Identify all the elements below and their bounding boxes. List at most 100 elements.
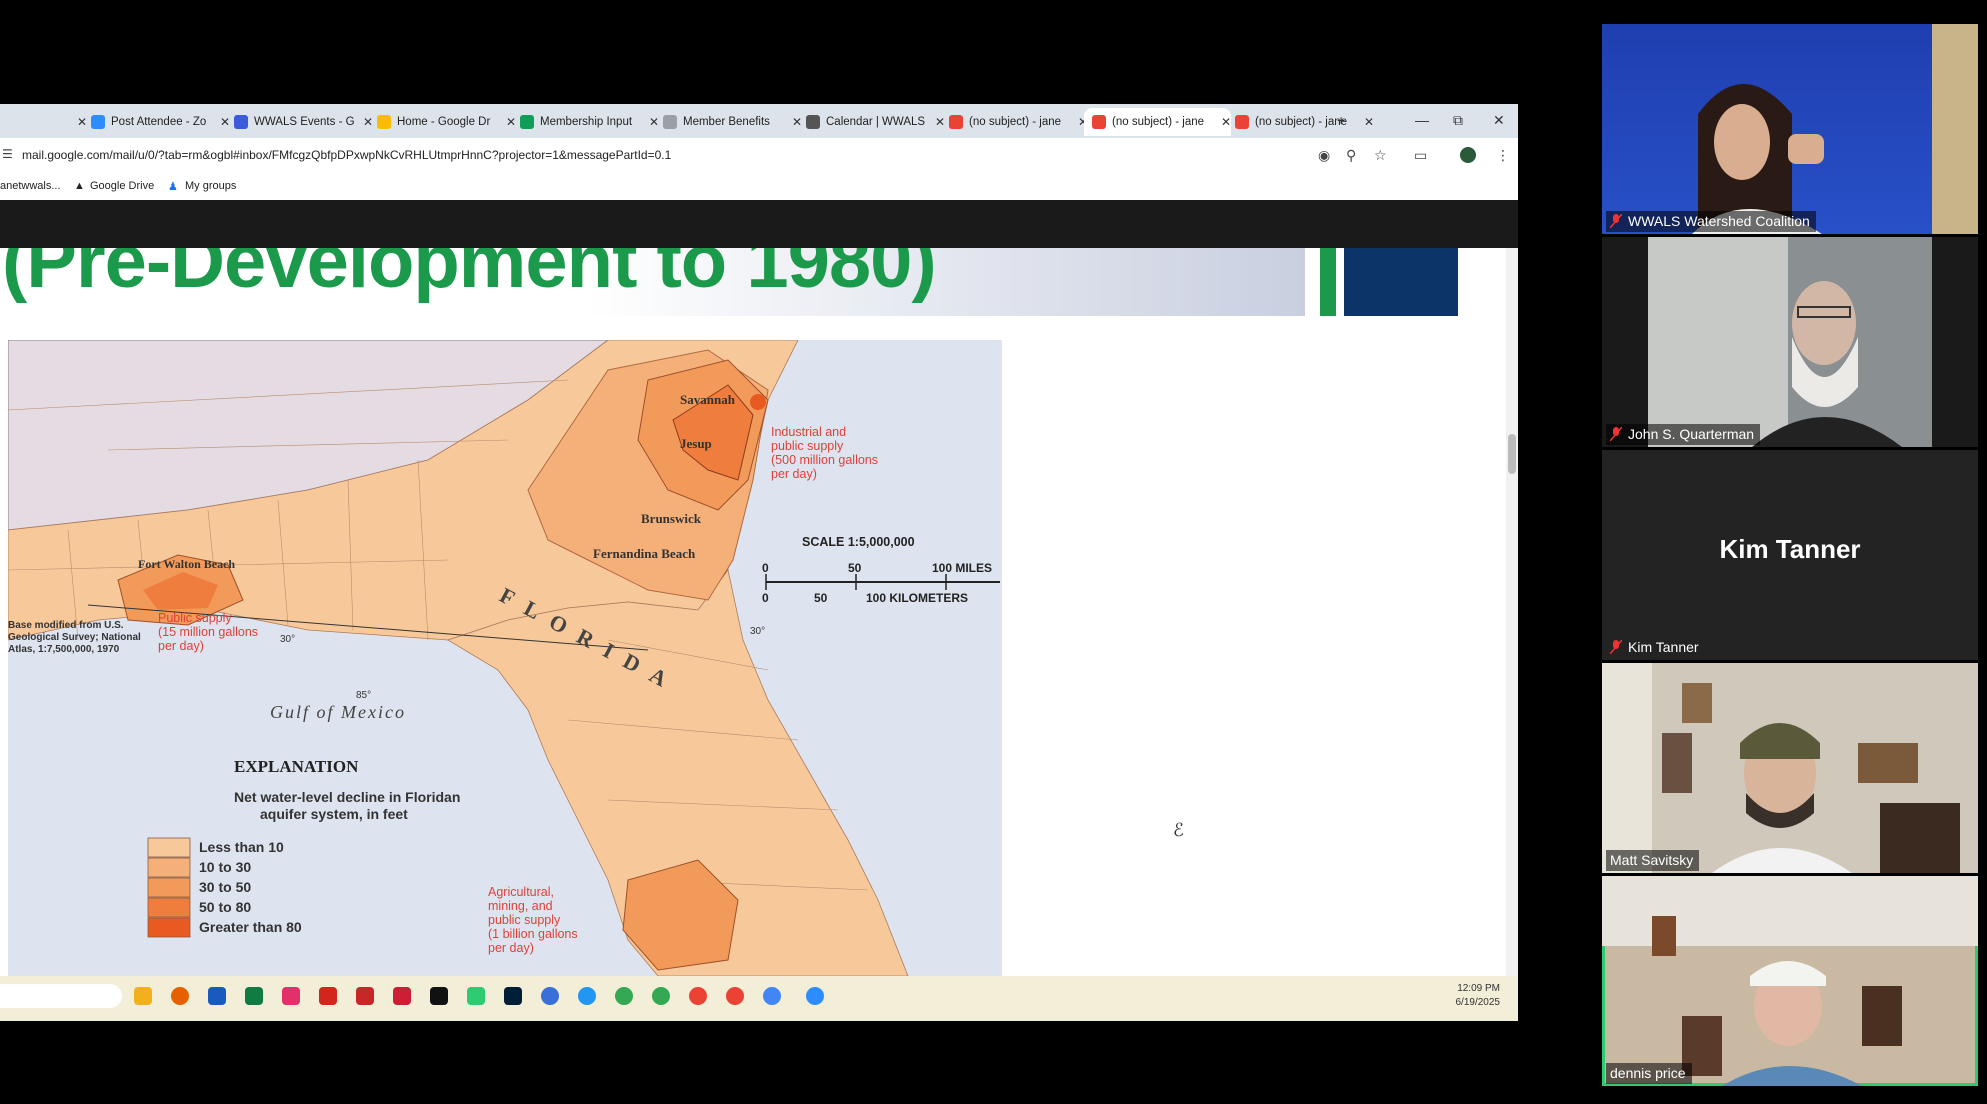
browser-tab[interactable]: Post Attendee - Zo ✕ (83, 108, 230, 136)
legend-label: 50 to 80 (199, 899, 251, 915)
legend-swatch (147, 857, 191, 878)
participant-tile[interactable]: Matt Savitsky (1602, 663, 1978, 873)
svg-text:per day): per day) (158, 639, 204, 653)
svg-text:Base modified from U.S.: Base modified from U.S. (8, 620, 124, 631)
legend-heading: EXPLANATION (234, 757, 359, 776)
svg-text:(15 million gallons: (15 million gallons (158, 625, 258, 639)
taskbar-clock[interactable]: 12:09 PM 6/19/2025 (1440, 982, 1501, 1010)
svg-text:Public supply: Public supply (158, 611, 232, 625)
tab-title: Membership Input (540, 116, 633, 128)
participant-tile[interactable]: John S. Quarterman (1602, 237, 1978, 447)
participant-tile[interactable]: WWALS Watershed Coalition (1602, 24, 1978, 234)
bookmark-my-groups[interactable]: My groups (185, 180, 236, 192)
tab-title: (no subject) - jane (1112, 116, 1205, 128)
close-tab-icon[interactable]: ✕ (1364, 115, 1374, 129)
browser-tab-strip: ati✕Post Attendee - Zo✕WWALS Events - G✕… (0, 104, 1518, 138)
shared-screen: ati✕Post Attendee - Zo✕WWALS Events - G✕… (0, 104, 1518, 1021)
tab-title: (no subject) - jane (969, 116, 1062, 128)
bookmark-item[interactable]: anetwwals... (0, 180, 61, 192)
browser-tab[interactable]: Home - Google Dr ✕ (369, 108, 516, 136)
snip-icon[interactable] (467, 987, 485, 1005)
slide-title: (Pre-Development to 1980) (2, 248, 937, 304)
browser-tab[interactable]: Calendar | WWALS ✕ (798, 108, 945, 136)
acrobat-icon[interactable] (319, 987, 337, 1005)
browser-tab[interactable]: (no subject) - jane ✕ (941, 108, 1088, 136)
sheets-icon (520, 115, 534, 129)
zoom-icon[interactable]: ⚲ (1346, 147, 1356, 164)
green-accent-bar (1320, 248, 1336, 316)
participant-name-label: John S. Quarterman (1606, 424, 1761, 445)
video-feed (1602, 663, 1960, 873)
browser-tab[interactable]: (no subject) - jane ✕ (1084, 108, 1231, 136)
chrome-icon[interactable] (726, 987, 744, 1005)
longitude-label: 85° (356, 690, 371, 701)
browser-tab[interactable]: Membership Input ✕ (512, 108, 659, 136)
text-cursor-icon: ℰ (1173, 820, 1184, 840)
scrollbar[interactable] (1506, 248, 1518, 976)
tab-title: Member Benefits (683, 116, 770, 128)
tab-title: Post Attendee - Zo (111, 116, 207, 128)
svg-text:Geological Survey; National: Geological Survey; National (8, 632, 141, 643)
eye-icon[interactable]: ◉ (1318, 147, 1330, 164)
doc-icon (663, 115, 677, 129)
legend-subtitle: Net water-level decline in Floridan (234, 789, 460, 805)
chrome-icon[interactable] (689, 987, 707, 1005)
participant-tile-active-speaker[interactable]: dennis price (1602, 876, 1978, 1086)
viewer-toolbar (0, 200, 1518, 248)
chrome-icon[interactable] (615, 987, 633, 1005)
app-icon[interactable] (578, 987, 596, 1005)
latitude-label: 30° (750, 626, 765, 637)
svg-text:50: 50 (848, 561, 862, 575)
groups-icon: ♟ (168, 181, 178, 193)
city-label: Brunswick (641, 511, 702, 526)
scale-label: SCALE 1:5,000,000 (802, 535, 915, 549)
minimize-icon[interactable]: — (1415, 112, 1429, 128)
svg-text:0: 0 (762, 591, 769, 605)
muted-mic-icon (1609, 426, 1623, 442)
clock-date: 6/19/2025 (1455, 997, 1501, 1008)
file-explorer-icon[interactable] (134, 987, 152, 1005)
city-label: Fort Walton Beach (138, 557, 235, 571)
photoshop-icon[interactable] (504, 987, 522, 1005)
bookmark-google-drive[interactable]: Google Drive (90, 180, 154, 192)
taskbar-search-input[interactable] (0, 984, 122, 1008)
participant-tile[interactable]: Kim Tanner Kim Tanner (1602, 450, 1978, 660)
address-bar: ☰ mail.google.com/mail/u/0/?tab=rm&ogbl#… (0, 138, 1518, 174)
menu-kebab-icon[interactable]: ⋮ (1496, 147, 1510, 164)
chrome-icon[interactable] (652, 987, 670, 1005)
legend-swatch (147, 877, 191, 898)
restore-icon[interactable]: ⧉ (1453, 112, 1463, 129)
cast-icon[interactable]: ▭ (1414, 147, 1427, 164)
gmail-icon (949, 115, 963, 129)
scrollbar-thumb[interactable] (1508, 434, 1516, 474)
participant-name-label: WWALS Watershed Coalition (1606, 211, 1816, 232)
close-window-icon[interactable]: ✕ (1493, 112, 1505, 129)
chrome-icon[interactable] (763, 987, 781, 1005)
legend-label: 30 to 50 (199, 879, 251, 895)
word-icon[interactable] (208, 987, 226, 1005)
instagram-icon[interactable] (282, 987, 300, 1005)
browser-tab[interactable]: (no subject) - jane ✕ (1227, 108, 1374, 136)
excel-icon[interactable] (245, 987, 263, 1005)
svg-text:Agricultural,: Agricultural, (488, 885, 554, 899)
app-icon[interactable] (393, 987, 411, 1005)
browser-tab[interactable]: Member Benefits ✕ (655, 108, 802, 136)
firefox-icon[interactable] (171, 987, 189, 1005)
site-info-icon[interactable]: ☰ (2, 147, 13, 161)
camera-icon[interactable] (356, 987, 374, 1005)
browser-tab[interactable]: ati✕ (0, 108, 87, 136)
app-icon[interactable] (541, 987, 559, 1005)
star-icon[interactable]: ☆ (1374, 147, 1387, 164)
zoom-app-icon[interactable] (806, 987, 824, 1005)
svg-text:per day): per day) (488, 941, 534, 955)
gulf-label: Gulf of Mexico (270, 702, 406, 722)
profile-avatar-icon[interactable] (1460, 147, 1476, 163)
drive-icon (377, 115, 391, 129)
new-tab-button[interactable]: + (1337, 112, 1345, 128)
browser-tab[interactable]: WWALS Events - G ✕ (226, 108, 373, 136)
url-field[interactable]: mail.google.com/mail/u/0/?tab=rm&ogbl#in… (22, 148, 671, 162)
svg-text:0: 0 (762, 561, 769, 575)
legend-swatch (147, 897, 191, 918)
legend-swatch (147, 837, 191, 858)
app-icon[interactable] (430, 987, 448, 1005)
